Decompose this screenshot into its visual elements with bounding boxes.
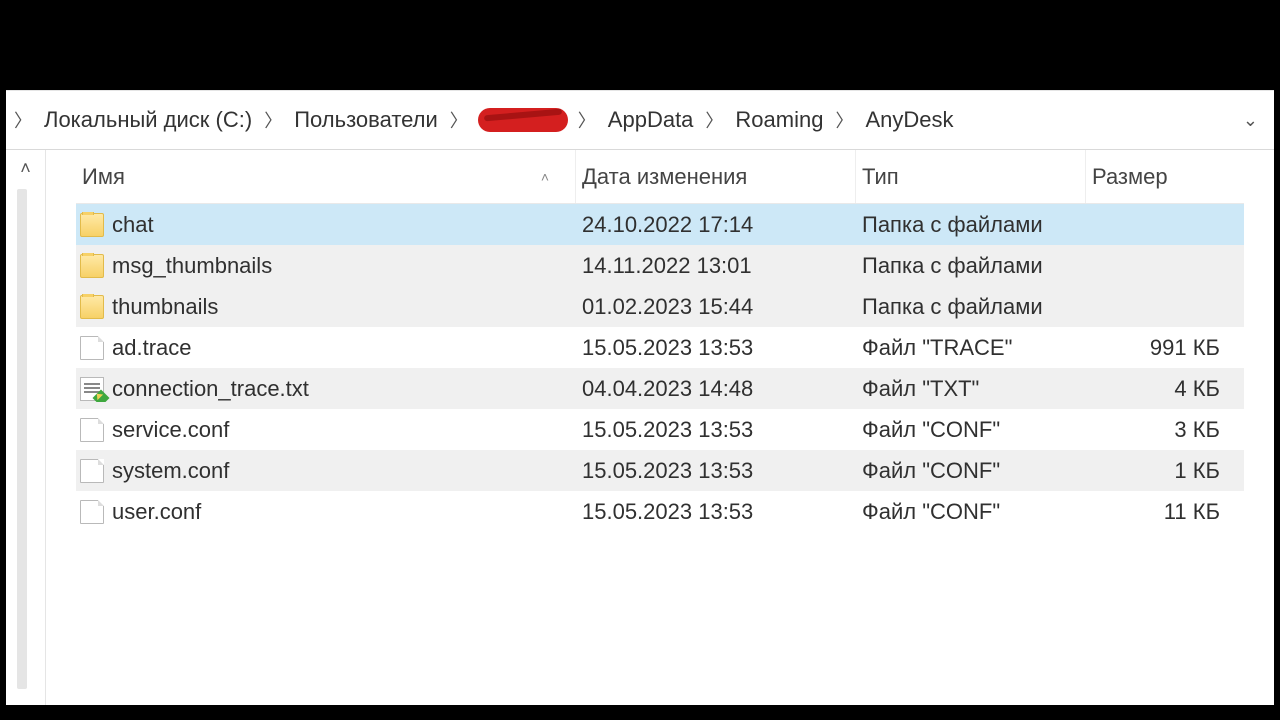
breadcrumb-anydesk[interactable]: AnyDesk <box>861 107 957 133</box>
file-row[interactable]: msg_thumbnails 14.11.2022 13:01Папка с фа… <box>76 245 1244 286</box>
nav-tree-sliver: ˄ <box>6 150 46 705</box>
file-name-cell: user.conf <box>76 499 576 525</box>
file-name-label: user.conf <box>112 499 201 525</box>
file-name-label: chat <box>112 212 154 238</box>
column-header-size-label: Размер <box>1092 164 1168 190</box>
file-row[interactable]: chat 24.10.2022 17:14Папка с файлами <box>76 204 1244 245</box>
column-header-date[interactable]: Дата изменения <box>576 150 856 203</box>
file-name-label: msg_thumbnails <box>112 253 272 279</box>
file-row[interactable]: system.conf 15.05.2023 13:53Файл "CONF"1 … <box>76 450 1244 491</box>
file-size-cell: 11 КБ <box>1086 499 1226 525</box>
file-size-cell: 1 КБ <box>1086 458 1226 484</box>
breadcrumb-users[interactable]: Пользователи <box>290 107 442 133</box>
file-date-cell: 15.05.2023 13:53 <box>576 499 856 525</box>
sort-indicator-icon: ˄ <box>541 169 549 185</box>
file-name-label: connection_trace.txt <box>112 376 309 402</box>
file-name-cell: ad.trace <box>76 335 576 361</box>
file-date-cell: 04.04.2023 14:48 <box>576 376 856 402</box>
breadcrumb-roaming[interactable]: Roaming <box>731 107 827 133</box>
file-type-cell: Файл "CONF" <box>856 458 1086 484</box>
column-headers: Имя ˄ Дата изменения Тип Размер <box>76 150 1244 204</box>
chevron-right-icon: 〉 <box>442 107 476 133</box>
column-header-type[interactable]: Тип <box>856 150 1086 203</box>
file-size-cell: 991 КБ <box>1086 335 1226 361</box>
address-dropdown-icon[interactable]: ⌄ <box>1243 110 1258 131</box>
file-list-pane: Имя ˄ Дата изменения Тип Размер chat 24.1… <box>46 150 1274 705</box>
file-row[interactable]: connection_trace.txt 04.04.2023 14:48Файл… <box>76 368 1244 409</box>
file-date-cell: 14.11.2022 13:01 <box>576 253 856 279</box>
file-date-cell: 15.05.2023 13:53 <box>576 417 856 443</box>
file-name-cell: chat <box>76 212 576 238</box>
nav-scrollbar[interactable] <box>17 189 27 689</box>
address-bar[interactable]: 〉 Локальный диск (C:) 〉 Пользователи 〉 〉… <box>6 90 1274 150</box>
breadcrumb-appdata[interactable]: AppData <box>604 107 698 133</box>
chevron-right-icon: 〉 <box>827 107 861 133</box>
chevron-right-icon: 〉 <box>256 107 290 133</box>
file-date-cell: 24.10.2022 17:14 <box>576 212 856 238</box>
file-rows: chat24.10.2022 17:14Папка с файламиmsg_t… <box>76 204 1244 532</box>
breadcrumb-redacted-user[interactable] <box>478 108 568 132</box>
folder-icon <box>80 295 104 319</box>
file-name-label: thumbnails <box>112 294 218 320</box>
window-top-blackbar <box>0 0 1280 90</box>
window-bottom-blackbar <box>0 705 1280 720</box>
file-row[interactable]: thumbnails 01.02.2023 15:44Папка с файлам… <box>76 286 1244 327</box>
column-header-size[interactable]: Размер <box>1086 150 1226 203</box>
file-name-cell: thumbnails <box>76 294 576 320</box>
file-icon <box>80 459 104 483</box>
column-header-name[interactable]: Имя ˄ <box>76 150 576 203</box>
file-size-cell: 3 КБ <box>1086 417 1226 443</box>
breadcrumb-drive[interactable]: Локальный диск (C:) <box>40 107 256 133</box>
file-name-label: service.conf <box>112 417 229 443</box>
chevron-up-icon[interactable]: ˄ <box>20 158 31 179</box>
file-icon <box>80 418 104 442</box>
file-type-cell: Папка с файлами <box>856 212 1086 238</box>
file-name-label: ad.trace <box>112 335 192 361</box>
column-header-type-label: Тип <box>862 164 899 190</box>
file-icon <box>80 500 104 524</box>
file-type-cell: Файл "TXT" <box>856 376 1086 402</box>
file-row[interactable]: service.conf 15.05.2023 13:53Файл "CONF"3… <box>76 409 1244 450</box>
file-type-cell: Папка с файлами <box>856 253 1086 279</box>
file-name-cell: msg_thumbnails <box>76 253 576 279</box>
column-header-name-label: Имя <box>82 164 125 190</box>
file-type-cell: Файл "CONF" <box>856 417 1086 443</box>
chevron-right-icon: 〉 <box>697 107 731 133</box>
file-row[interactable]: user.conf 15.05.2023 13:53Файл "CONF"11 К… <box>76 491 1244 532</box>
file-type-cell: Папка с файлами <box>856 294 1086 320</box>
file-name-cell: service.conf <box>76 417 576 443</box>
chevron-right-icon: 〉 <box>570 107 604 133</box>
file-date-cell: 01.02.2023 15:44 <box>576 294 856 320</box>
folder-icon <box>80 213 104 237</box>
file-type-cell: Файл "TRACE" <box>856 335 1086 361</box>
file-name-label: system.conf <box>112 458 229 484</box>
file-name-cell: system.conf <box>76 458 576 484</box>
explorer-window: 〉 Локальный диск (C:) 〉 Пользователи 〉 〉… <box>6 90 1274 705</box>
window-right-blackbar <box>1274 90 1280 705</box>
file-row[interactable]: ad.trace 15.05.2023 13:53Файл "TRACE"991 … <box>76 327 1244 368</box>
file-date-cell: 15.05.2023 13:53 <box>576 335 856 361</box>
folder-icon <box>80 254 104 278</box>
chevron-right-icon: 〉 <box>6 107 40 133</box>
file-size-cell: 4 КБ <box>1086 376 1226 402</box>
column-header-date-label: Дата изменения <box>582 164 747 190</box>
file-name-cell: connection_trace.txt <box>76 376 576 402</box>
text-file-icon <box>80 377 104 401</box>
file-type-cell: Файл "CONF" <box>856 499 1086 525</box>
file-icon <box>80 336 104 360</box>
file-date-cell: 15.05.2023 13:53 <box>576 458 856 484</box>
